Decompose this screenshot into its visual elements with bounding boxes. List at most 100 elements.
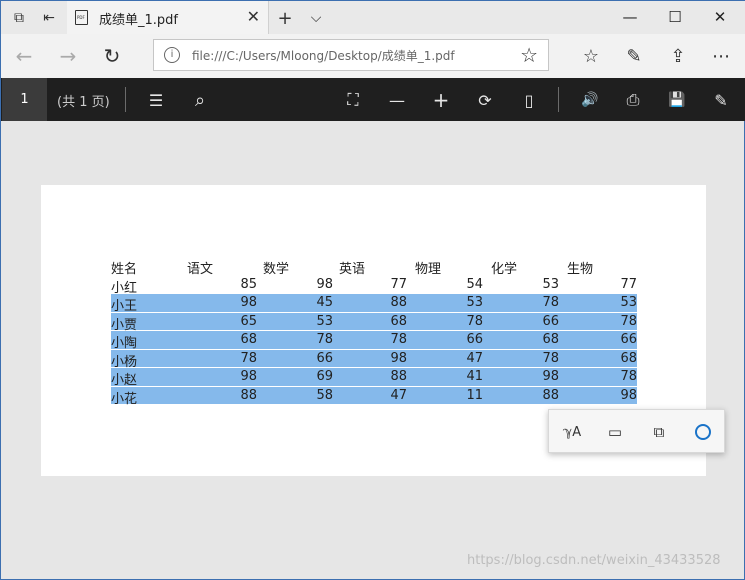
student-name: 小赵 — [111, 373, 138, 388]
score-cell: 88 — [390, 369, 407, 384]
web-note-icon[interactable]: ✎ — [621, 43, 647, 69]
browser-window: ⧉ ⇤ 成绩单_1.pdf ✕ + ⌵ — ☐ ✕ ← → ↻ i file:/… — [0, 0, 745, 580]
fit-to-page-icon[interactable]: ⛶ — [341, 88, 365, 112]
score-cell: 69 — [316, 369, 333, 384]
score-cell: 78 — [316, 332, 333, 347]
favorite-star-icon[interactable]: ☆ — [520, 43, 538, 67]
table-row[interactable]: 小花 88 58 47 11 88 98 — [111, 386, 637, 407]
more-options-icon[interactable]: ⋯ — [708, 43, 734, 69]
close-window-button[interactable]: ✕ — [700, 5, 740, 29]
refresh-button[interactable]: ↻ — [99, 44, 125, 68]
score-cell: 65 — [240, 313, 257, 329]
address-url[interactable]: file:///C:/Users/Mloong/Desktop/成绩单_1.pd… — [192, 47, 455, 64]
score-cell: 78 — [240, 350, 257, 366]
score-cell: 98 — [240, 369, 257, 384]
score-cell: 78 — [620, 369, 637, 384]
table-row[interactable]: 小杨 78 66 98 47 78 68 — [111, 349, 637, 370]
new-tab-button[interactable]: + — [275, 8, 295, 29]
table-header-cell: 数学 — [263, 262, 290, 277]
ask-cortana-icon[interactable] — [691, 420, 715, 444]
table-row[interactable]: 小赵 98 69 88 41 98 78 — [111, 368, 637, 388]
score-cell: 53 — [466, 295, 483, 310]
score-cell: 47 — [466, 350, 483, 366]
table-of-contents-icon[interactable]: ☰ — [144, 88, 168, 112]
score-cell: 78 — [542, 350, 559, 366]
tab-title: 成绩单_1.pdf — [99, 13, 178, 28]
table-row[interactable]: 小贾 65 53 68 78 66 78 — [111, 312, 637, 333]
add-comment-icon[interactable]: ▭ — [603, 420, 627, 444]
score-cell: 98 — [390, 350, 407, 366]
student-name: 小杨 — [111, 354, 138, 370]
info-icon[interactable]: i — [164, 47, 180, 63]
toolbar-divider — [558, 87, 559, 112]
zoom-in-icon[interactable]: + — [429, 88, 453, 112]
page-number-input[interactable]: 1 — [2, 78, 47, 121]
score-cell: 58 — [316, 387, 333, 403]
score-cell: 66 — [466, 332, 483, 347]
rotate-icon[interactable]: ⟳ — [473, 88, 497, 112]
score-cell: 53 — [316, 313, 333, 329]
table-header-cell: 姓名 — [111, 262, 138, 277]
score-cell: 68 — [542, 332, 559, 347]
save-icon: 💾 — [668, 92, 686, 108]
table-row[interactable]: 小陶 68 78 78 66 68 66 — [111, 331, 637, 351]
score-table: 姓名 语文 数学 英语 物理 化学 生物 小红 85 98 77 54 53 77 小王 98 45 88 53 78… — [111, 257, 637, 407]
watermark: https://blog.csdn.net/weixin_43433528 — [467, 553, 721, 568]
copy-icon[interactable]: ⧉ — [647, 420, 671, 444]
score-cell: 78 — [466, 313, 483, 329]
back-button[interactable]: ← — [11, 44, 37, 68]
score-cell: 98 — [542, 369, 559, 384]
pdf-toolbar: 1 (共 1 页) ☰ ⌕ ⛶ — + ⟳ ▯ 🔊 ⎙ 💾 ✎ — [1, 78, 745, 121]
tab-close-icon[interactable]: ✕ — [247, 7, 260, 26]
score-cell: 78 — [620, 313, 637, 329]
table-header-cell: 化学 — [491, 262, 518, 277]
save-as-icon[interactable]: ✎ — [709, 88, 733, 112]
forward-button[interactable]: → — [55, 44, 81, 68]
score-cell: 66 — [316, 350, 333, 366]
table-header-cell: 物理 — [415, 262, 442, 277]
address-bar[interactable]: i file:///C:/Users/Mloong/Desktop/成绩单_1.… — [153, 39, 549, 71]
tab-pdf[interactable]: 成绩单_1.pdf ✕ — [67, 1, 269, 34]
toolbar-divider — [125, 87, 126, 112]
score-cell: 68 — [390, 313, 407, 329]
maximize-button[interactable]: ☐ — [655, 5, 695, 29]
highlight-icon[interactable]: ℽA — [560, 420, 584, 444]
score-cell: 78 — [390, 332, 407, 347]
score-cell: 53 — [620, 295, 637, 310]
tab-dropdown-icon[interactable]: ⌵ — [306, 8, 326, 28]
score-cell: 78 — [542, 295, 559, 310]
score-cell: 98 — [620, 387, 637, 403]
score-cell: 66 — [620, 332, 637, 347]
zoom-out-icon[interactable]: — — [385, 88, 409, 112]
score-cell: 88 — [542, 387, 559, 403]
score-cell: 68 — [620, 350, 637, 366]
score-cell: 88 — [240, 387, 257, 403]
print-icon[interactable]: ⎙ — [621, 88, 645, 112]
title-bar: ⧉ ⇤ 成绩单_1.pdf ✕ + ⌵ — ☐ ✕ — [1, 1, 745, 34]
table-row[interactable]: 小红 85 98 77 54 53 77 — [111, 276, 637, 296]
score-cell: 88 — [390, 295, 407, 310]
selection-menu: ℽA ▭ ⧉ — [548, 409, 725, 453]
share-icon[interactable]: ⇪ — [665, 43, 691, 69]
page-layout-icon[interactable]: ▯ — [517, 88, 541, 112]
table-row[interactable]: 小王 98 45 88 53 78 53 — [111, 294, 637, 314]
student-name: 小红 — [111, 280, 138, 296]
page-count: (共 1 页) — [57, 95, 110, 110]
student-name: 小王 — [111, 299, 138, 314]
score-cell: 45 — [316, 295, 333, 310]
score-cell: 68 — [240, 332, 257, 347]
search-icon[interactable]: ⌕ — [188, 88, 212, 112]
student-name: 小贾 — [111, 317, 138, 333]
score-cell: 54 — [466, 276, 483, 292]
table-header-row: 姓名 语文 数学 英语 物理 化学 生物 — [111, 257, 637, 277]
minimize-button[interactable]: — — [610, 5, 650, 29]
favorites-hub-icon[interactable]: ☆ — [578, 43, 604, 69]
read-aloud-icon[interactable]: 🔊 — [578, 88, 602, 112]
table-header-cell: 语文 — [187, 262, 214, 277]
score-cell: 77 — [620, 276, 637, 292]
tab-manager-icon[interactable]: ⧉ — [9, 8, 29, 28]
score-cell: 66 — [542, 313, 559, 329]
score-cell: 41 — [466, 369, 483, 384]
set-tabs-aside-icon[interactable]: ⇤ — [39, 8, 59, 28]
score-cell: 98 — [240, 295, 257, 310]
